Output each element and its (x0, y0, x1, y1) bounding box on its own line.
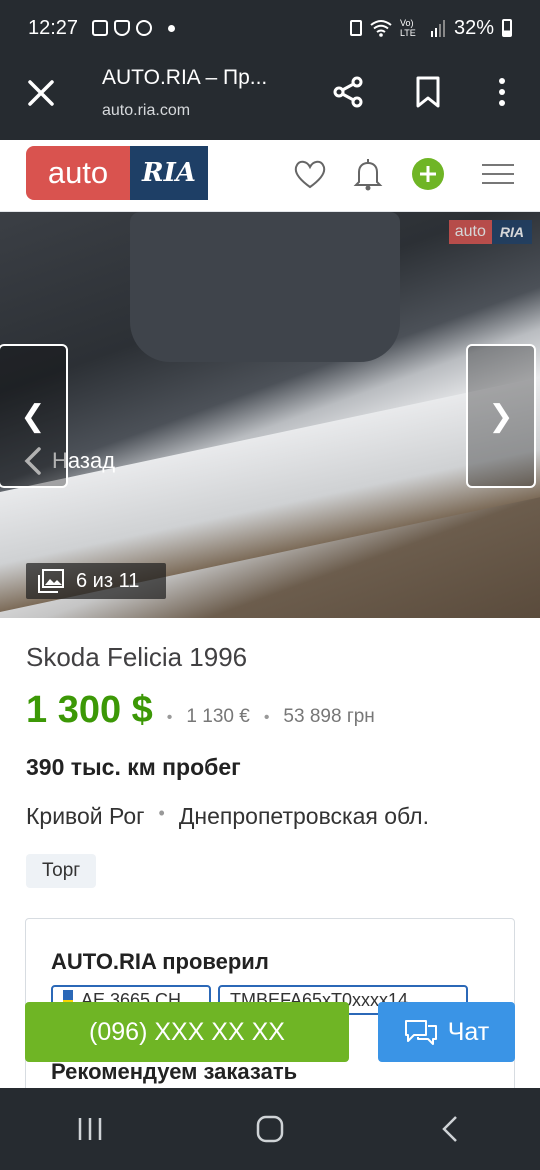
call-button[interactable]: (096) XXX XX XX (25, 1002, 349, 1062)
photo-car-seat (130, 212, 400, 362)
photo-counter[interactable]: 6 из 11 (26, 563, 166, 599)
autoria-logo[interactable]: auto RIA (26, 146, 208, 200)
bookmark-icon[interactable] (410, 74, 446, 110)
car-model-title: Skoda Felicia 1996 (26, 642, 248, 672)
watermark-ria: RIA (491, 220, 532, 244)
price-row: 1 300 $ • 1 130 € • 53 898 грн (26, 689, 516, 732)
recommend-order-heading: Рекомендуем заказать (51, 1059, 298, 1084)
bullet-separator: • (263, 709, 270, 726)
hamburger-menu-icon[interactable] (480, 156, 516, 192)
nfc-icon (349, 20, 362, 36)
status-bar: 12:27 Vo) LTE 32% (0, 0, 540, 56)
favorites-heart-icon[interactable] (292, 156, 328, 192)
add-listing-plus-icon[interactable] (410, 156, 446, 192)
notifications-bell-icon[interactable] (350, 156, 386, 192)
system-navigation-bar (0, 1088, 540, 1170)
previous-photo-button[interactable]: ❮ (0, 344, 68, 488)
location: Кривой Рог • Днепропетровская обл. (26, 803, 516, 830)
bullet-separator: • (158, 803, 165, 823)
battery-icon (502, 19, 512, 37)
next-photo-button[interactable]: ❯ (466, 344, 536, 488)
price-eur: 1 130 € (186, 706, 250, 727)
back-navigation-icon[interactable] (420, 1109, 480, 1149)
price-usd: 1 300 $ (26, 689, 153, 731)
signal-icon (430, 20, 445, 37)
more-notifications-icon (168, 24, 176, 32)
close-icon[interactable] (24, 76, 58, 110)
notification-icons (92, 20, 176, 36)
listing-details: Skoda Felicia 1996 1 300 $ • 1 130 € • 5… (26, 618, 516, 888)
viber-notification-icon (136, 20, 153, 36)
photo-watermark: auto RIA (448, 220, 532, 244)
shield-notification-icon (114, 20, 131, 36)
chat-label: Чат (447, 1017, 490, 1046)
wifi-icon (370, 20, 392, 37)
recent-apps-icon[interactable] (60, 1109, 120, 1149)
photo-counter-text: 6 из 11 (76, 569, 140, 592)
network-type: Vo) LTE (399, 18, 416, 38)
site-header: auto RIA (0, 140, 540, 212)
browser-toolbar: AUTO.RIA – Пр... auto.ria.com (0, 56, 540, 140)
location-city[interactable]: Кривой Рог (26, 803, 145, 830)
price-uah: 53 898 грн (283, 706, 375, 727)
watermark-auto: auto (448, 220, 492, 244)
status-time: 12:27 (28, 16, 79, 39)
bargain-badge: Торг (26, 854, 97, 888)
logo-ria-part: RIA (130, 146, 208, 200)
gallery-notification-icon (92, 20, 109, 36)
battery-percent: 32% (453, 16, 494, 39)
home-icon[interactable] (240, 1109, 300, 1149)
browser-url[interactable]: auto.ria.com (102, 102, 190, 120)
photo-gallery[interactable]: Назад auto RIA (0, 212, 540, 618)
more-vertical-icon[interactable] (484, 74, 520, 110)
location-region[interactable]: Днепропетровская обл. (179, 803, 429, 830)
mileage: 390 тыс. км пробег (26, 754, 241, 780)
chat-button[interactable]: Чат (378, 1002, 515, 1062)
bullet-separator: • (166, 709, 173, 726)
photos-icon (38, 569, 64, 593)
browser-page-title: AUTO.RIA – Пр... (102, 66, 268, 89)
check-card-title: AUTO.RIA проверил (51, 949, 269, 974)
logo-auto-part: auto (26, 146, 130, 200)
share-icon[interactable] (330, 74, 366, 110)
chat-bubble-icon (404, 1020, 437, 1045)
